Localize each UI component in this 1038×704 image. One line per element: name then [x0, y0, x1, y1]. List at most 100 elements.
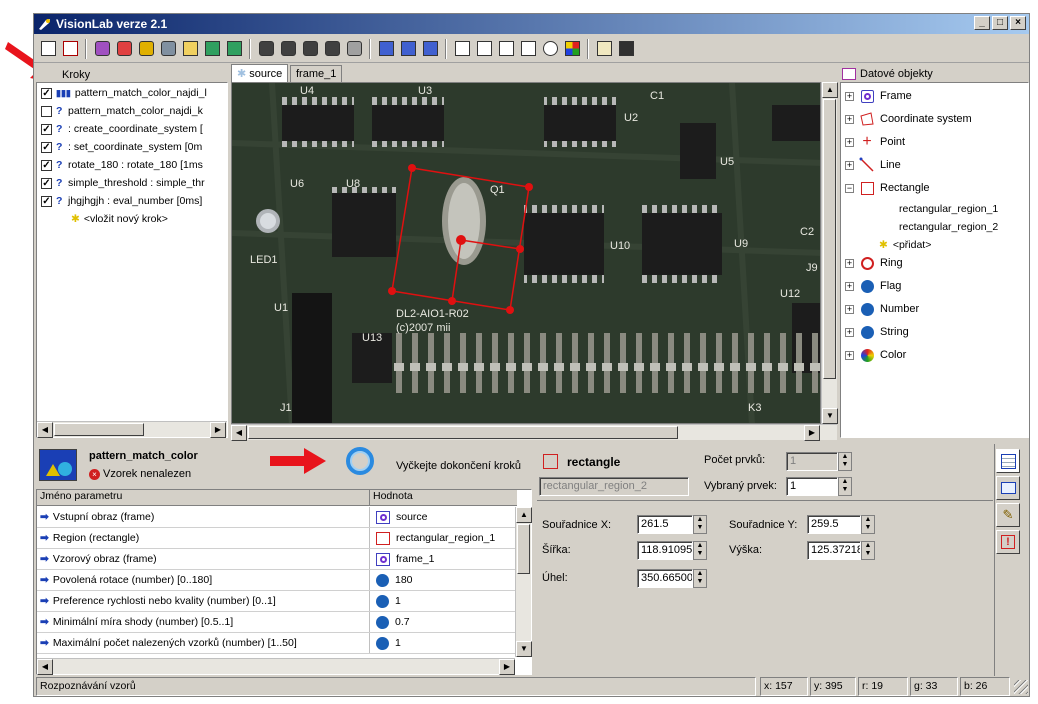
tab-source[interactable]: ✱ source — [231, 64, 289, 82]
table-view-button[interactable] — [996, 449, 1020, 473]
col-value-header[interactable]: Hodnota — [370, 490, 413, 505]
object-color[interactable]: + Color — [845, 345, 906, 365]
expand-icon[interactable]: + — [845, 281, 854, 291]
step-into-icon[interactable] — [376, 39, 396, 59]
rect-child-1[interactable]: rectangular_region_1 — [899, 199, 998, 219]
expand-icon[interactable]: + — [845, 91, 854, 101]
zoom-height-icon[interactable] — [474, 39, 494, 59]
params-vscrollbar[interactable]: ▲ ▼ — [515, 507, 532, 657]
brush-icon[interactable] — [136, 39, 156, 59]
table-row[interactable]: ➡ Minimální míra shody (number) [0.5..1] … — [37, 612, 517, 633]
pcb-image[interactable]: U4 U3 C1 U2 U5 U6 U8 Q1 C2 U10 U9 LED1 J… — [232, 83, 821, 424]
zoom-width-icon[interactable] — [452, 39, 472, 59]
step-checkbox[interactable]: ✓ — [41, 123, 52, 135]
zoom-icon[interactable] — [540, 39, 560, 59]
delete-step-icon[interactable] — [60, 39, 80, 59]
step-item[interactable]: ✓ ? rotate_180 : rotate_180 [1ms — [41, 157, 203, 173]
camera-snap-icon[interactable] — [278, 39, 298, 59]
table-row[interactable]: ➡ Vzorový obraz (frame) frame_1 — [37, 549, 517, 570]
step-over-icon[interactable] — [398, 39, 418, 59]
camera-icon[interactable] — [256, 39, 276, 59]
y-field[interactable]: 259.5 — [807, 515, 861, 534]
object-line[interactable]: + Line — [845, 155, 901, 175]
step-item[interactable]: ✓ ? simple_threshold : simple_thr — [41, 175, 205, 191]
x-field[interactable]: 261.5 — [637, 515, 693, 534]
steps-hscrollbar[interactable]: ◀ ▶ — [37, 421, 227, 438]
param-value[interactable]: rectangular_region_1 — [396, 532, 495, 544]
table-row[interactable]: ➡ Povolená rotace (number) [0..180] 180 — [37, 570, 517, 591]
object-string[interactable]: + String — [845, 322, 909, 342]
add-step-item[interactable]: ✱ <vložit nový krok> — [71, 211, 168, 227]
param-value[interactable]: frame_1 — [396, 553, 435, 565]
param-value[interactable]: source — [396, 511, 428, 523]
col-name-header[interactable]: Jméno parametru — [37, 490, 370, 505]
help-icon[interactable] — [594, 39, 614, 59]
step-checkbox[interactable]: ✓ — [41, 87, 52, 99]
table-row[interactable]: ➡ Vstupní obraz (frame) source — [37, 507, 517, 528]
maximize-button[interactable]: □ — [992, 16, 1008, 30]
height-field[interactable]: 125.37218 — [807, 541, 861, 560]
image-hscrollbar[interactable]: ◀ ▶ — [231, 424, 837, 441]
object-rectangle[interactable]: − Rectangle — [845, 178, 930, 198]
param-value[interactable]: 180 — [395, 574, 413, 586]
step-checkbox[interactable]: ✓ — [41, 159, 52, 171]
image-prev-icon[interactable] — [202, 39, 222, 59]
rect-child-2[interactable]: rectangular_region_2 — [899, 217, 998, 237]
camera-live-icon[interactable] — [300, 39, 320, 59]
rect-add-item[interactable]: ✱ <přidat> — [879, 235, 931, 255]
object-flag[interactable]: + Flag — [845, 276, 901, 296]
step-item[interactable]: ✓ ? : set_coordinate_system [0m — [41, 139, 202, 155]
close-button[interactable]: × — [1010, 16, 1026, 30]
edit-view-button[interactable] — [996, 476, 1020, 500]
folder-open-icon[interactable] — [180, 39, 200, 59]
step-checkbox[interactable]: ✓ — [41, 177, 52, 189]
collapse-icon[interactable]: − — [845, 183, 854, 193]
object-coordinate-system[interactable]: + Coordinate system — [845, 109, 972, 129]
selected-spinner[interactable]: ▲ ▼ — [838, 477, 852, 496]
object-point[interactable]: + + Point — [845, 132, 905, 152]
save-icon[interactable] — [616, 39, 636, 59]
color-icon[interactable] — [562, 39, 582, 59]
expand-icon[interactable]: + — [845, 114, 854, 124]
object-ring[interactable]: + Ring — [845, 253, 903, 273]
height-spinner[interactable]: ▲ ▼ — [861, 541, 875, 560]
pen-edit-button[interactable]: ✎ — [996, 503, 1020, 527]
step-item[interactable]: ✓ ▮▮▮ pattern_match_color_najdi_l — [41, 85, 207, 101]
angle-spinner[interactable]: ▲ ▼ — [693, 569, 707, 588]
warning-button[interactable]: ! — [996, 530, 1020, 554]
width-field[interactable]: 118.91095 — [637, 541, 693, 560]
param-value[interactable]: 0.7 — [395, 616, 410, 628]
step-checkbox[interactable]: ✓ — [41, 141, 52, 153]
step-checkbox[interactable] — [41, 105, 52, 117]
rect-name-field[interactable]: rectangular_region_2 — [539, 477, 689, 496]
step-checkbox[interactable]: ✓ — [41, 195, 52, 207]
camera-disabled-icon[interactable] — [344, 39, 364, 59]
minimize-button[interactable]: _ — [974, 16, 990, 30]
expand-icon[interactable]: + — [845, 258, 854, 268]
expand-icon[interactable]: + — [845, 137, 854, 147]
camera-settings-icon[interactable] — [322, 39, 342, 59]
zoom-fit-icon[interactable] — [496, 39, 516, 59]
param-value[interactable]: 1 — [395, 637, 401, 649]
filter-icon[interactable] — [158, 39, 178, 59]
table-row[interactable]: ➡ Region (rectangle) rectangular_region_1 — [37, 528, 517, 549]
image-view[interactable]: U4 U3 C1 U2 U5 U6 U8 Q1 C2 U10 U9 LED1 J… — [231, 82, 821, 424]
selected-field[interactable]: 1 — [786, 477, 838, 496]
step-item[interactable]: ? pattern_match_color_najdi_k — [41, 103, 203, 119]
object-frame[interactable]: + Frame — [845, 86, 912, 106]
new-step-icon[interactable] — [38, 39, 58, 59]
x-spinner[interactable]: ▲ ▼ — [693, 515, 707, 534]
tab-frame-1[interactable]: frame_1 — [290, 65, 343, 82]
zoom-1to1-icon[interactable] — [518, 39, 538, 59]
step-item[interactable]: ✓ ? jhgjhgjh : eval_number [0ms] — [41, 193, 202, 209]
step-item[interactable]: ✓ ? : create_coordinate_system [ — [41, 121, 203, 137]
expand-icon[interactable]: + — [845, 304, 854, 314]
expand-icon[interactable]: + — [845, 160, 854, 170]
wand-icon[interactable] — [92, 39, 112, 59]
y-spinner[interactable]: ▲ ▼ — [861, 515, 875, 534]
resize-grip-icon[interactable] — [1014, 680, 1028, 694]
run-icon[interactable] — [420, 39, 440, 59]
image-vscrollbar[interactable]: ▲ ▼ — [821, 82, 838, 424]
width-spinner[interactable]: ▲ ▼ — [693, 541, 707, 560]
params-hscrollbar[interactable]: ◀ ▶ — [37, 658, 515, 675]
